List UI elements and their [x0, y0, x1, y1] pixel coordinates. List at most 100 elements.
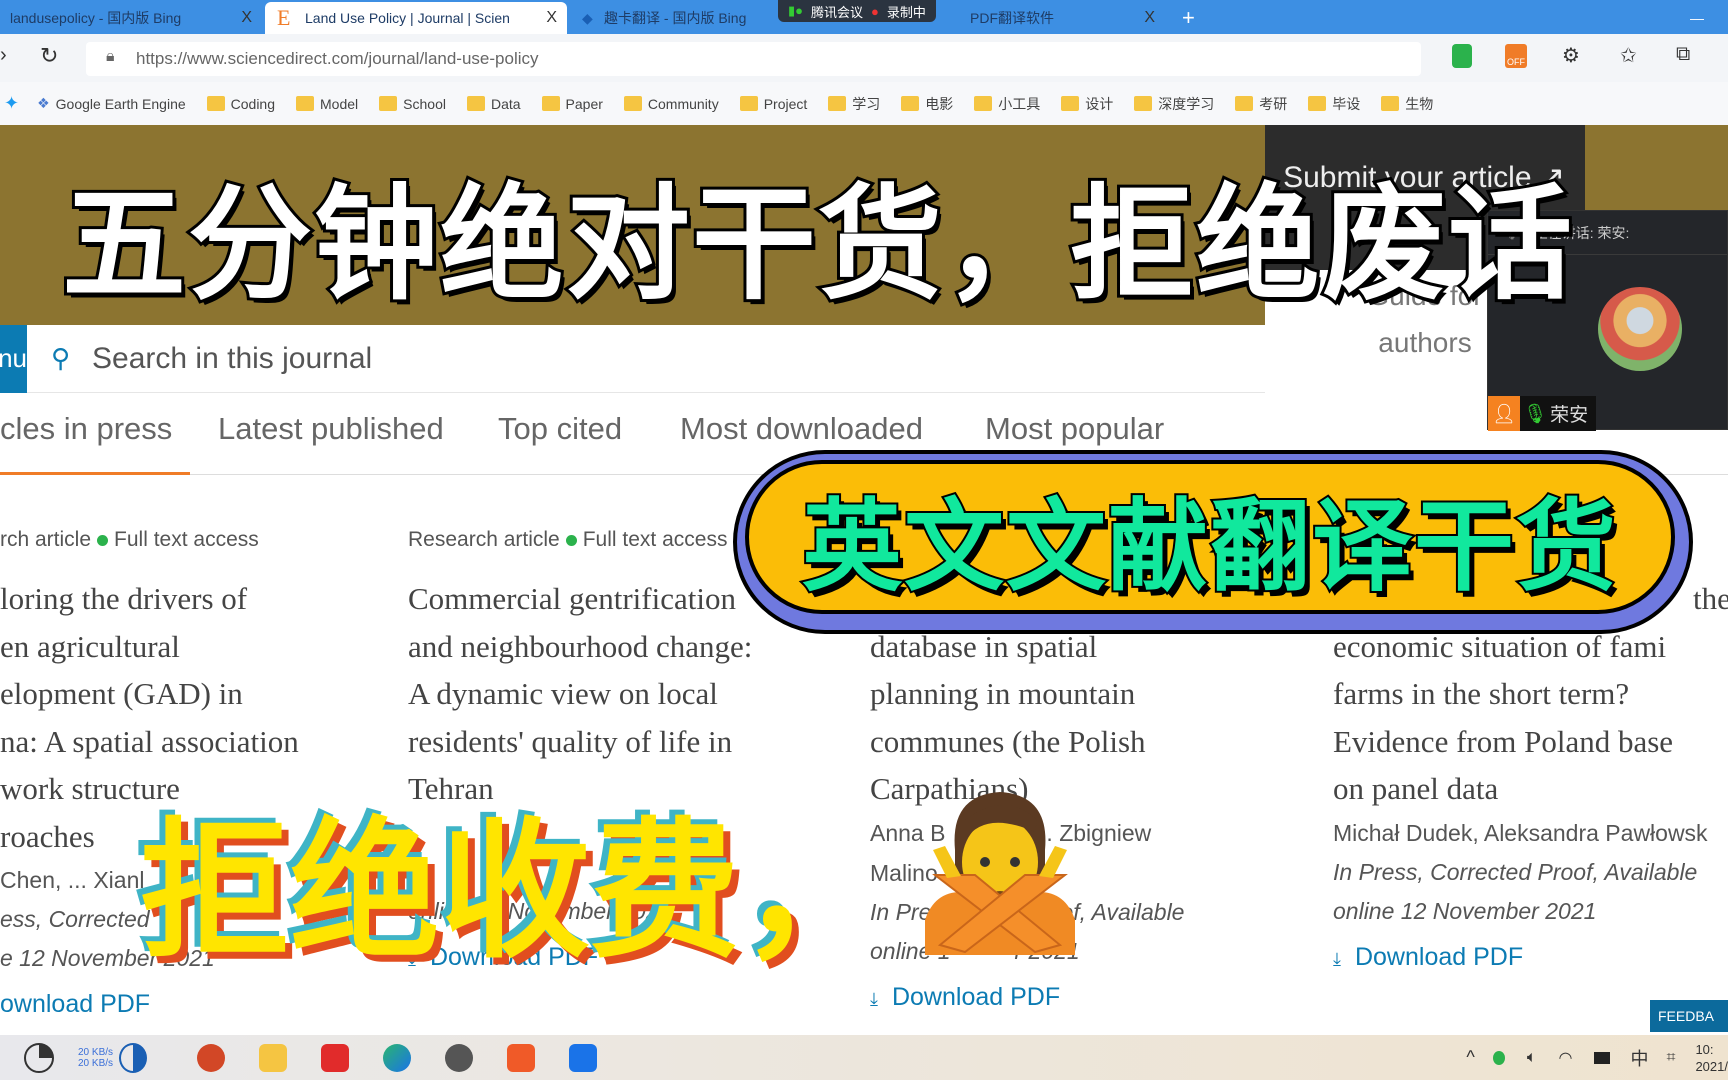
title-line[interactable]: planning in mountain [870, 670, 1300, 718]
address-bar[interactable]: 🔒︎ https://www.sciencedirect.com/journal… [86, 42, 1421, 76]
tencent-meeting-icon[interactable] [569, 1043, 598, 1072]
meeting-recording-indicator[interactable]: ▮● 腾讯会议 ● 录制中 [778, 0, 936, 22]
keyboard-icon[interactable]: ⌗ [1666, 1049, 1675, 1067]
folder-icon [379, 96, 398, 111]
tab-title: landusepolicy - 国内版 Bing [10, 10, 182, 26]
forward-icon[interactable]: › [0, 44, 7, 67]
recording-label: 录制中 [886, 4, 926, 20]
folder-icon [739, 96, 758, 111]
ime-indicator[interactable]: 中 [1630, 1045, 1648, 1071]
tab-most-popular[interactable]: Most popular [985, 411, 1164, 447]
app-icon[interactable] [445, 1043, 474, 1072]
wifi-icon[interactable]: ◠ [1558, 1048, 1572, 1068]
title-line[interactable]: on panel data [1333, 765, 1728, 813]
bookmarks-bar: ✦ ❖ Google Earth Engine Coding Model Scho… [0, 82, 1728, 125]
clock[interactable]: 10: 2021/ [1695, 1041, 1728, 1075]
tab-land-use-policy[interactable]: E Land Use Policy | Journal | Scien X [265, 2, 567, 34]
bookmark-folder[interactable]: 电影 [901, 94, 953, 114]
clock-widget-icon[interactable] [24, 1042, 54, 1073]
menu-button[interactable]: Menu [0, 324, 27, 393]
bookmark-folder[interactable]: 考研 [1235, 94, 1287, 114]
title-line[interactable]: residents' quality of life in [408, 718, 838, 766]
close-tab-icon[interactable]: X [241, 9, 252, 27]
tab-pdf-translate[interactable]: PDF翻译软件 X [960, 2, 1165, 34]
headline-overlay: 五分钟绝对干货，拒绝废话 [59, 173, 1575, 317]
open-access-dot-icon [97, 535, 109, 546]
title-line[interactable]: na: A spatial association [0, 718, 430, 766]
feedback-button[interactable]: FEEDBA [1650, 1000, 1728, 1032]
tab-quka-translate[interactable]: ◆ 趣卡翻译 - 国内版 Bing [570, 2, 770, 34]
extensions-icon[interactable]: ⚙ [1562, 43, 1580, 68]
folder-icon [466, 96, 485, 111]
favorites-icon[interactable]: ✩ [1620, 43, 1637, 68]
title-line[interactable]: A dynamic view on local [408, 670, 838, 718]
extension-off-icon[interactable]: OFF [1505, 44, 1527, 68]
tray-app-icon[interactable] [1492, 1050, 1505, 1065]
volume-icon[interactable]: 🔈︎ [1527, 1049, 1537, 1067]
tab-articles-in-press[interactable]: cles in press [0, 411, 172, 447]
file-explorer-icon[interactable] [259, 1043, 288, 1072]
tab-latest-published[interactable]: Latest published [218, 411, 444, 447]
bookmark-label: 电影 [925, 95, 954, 112]
extension-green-icon[interactable] [1452, 44, 1472, 68]
title-line[interactable]: en agricultural [0, 623, 430, 671]
download-pdf-link[interactable]: ⤓ Download PDF [870, 983, 1300, 1012]
title-line[interactable]: and neighbourhood change: [408, 623, 838, 671]
bookmark-label: 考研 [1259, 95, 1288, 112]
title-line[interactable]: elopment (GAD) in [0, 670, 430, 718]
bookmark-google-earth-engine[interactable]: ❖ Google Earth Engine [37, 95, 186, 112]
bookmark-folder[interactable]: Data [466, 96, 521, 112]
tab-bing-landusepolicy[interactable]: landusepolicy - 国内版 Bing X [0, 2, 262, 34]
bookmark-folder[interactable]: Coding [206, 96, 275, 112]
bookmark-folder[interactable]: 生物 [1381, 94, 1433, 114]
netease-music-icon[interactable] [321, 1043, 350, 1072]
bing-favicon-icon: ◆ [582, 9, 593, 26]
folder-icon [206, 96, 225, 111]
show-hidden-icons[interactable]: ^ [1466, 1047, 1474, 1068]
bookmark-folder[interactable]: Project [739, 96, 807, 112]
battery-widget-icon[interactable] [119, 1042, 148, 1073]
bookmark-folder[interactable]: 设计 [1061, 94, 1113, 114]
folder-icon [1235, 96, 1254, 111]
bookmark-folder[interactable]: School [379, 96, 446, 112]
download-pdf-link[interactable]: ⤓ Download PDF [1333, 943, 1728, 972]
bookmark-folder[interactable]: 小工具 [974, 94, 1040, 114]
folder-icon [1061, 96, 1080, 111]
active-tab-indicator [0, 472, 190, 475]
new-tab-button[interactable]: + [1172, 2, 1205, 34]
tab-top-cited[interactable]: Top cited [498, 411, 622, 447]
no-fee-overlay: 拒绝收费， [140, 807, 891, 975]
close-tab-icon[interactable]: X [546, 9, 557, 27]
pill-inner: 英文文献翻译干货 [745, 460, 1675, 614]
pill-banner-overlay: 英文文献翻译干货 [733, 450, 1693, 634]
lock-icon: 🔒︎ [106, 48, 115, 65]
title-line[interactable]: farms in the short term? [1333, 670, 1728, 718]
display-icon[interactable] [1594, 1051, 1611, 1064]
minimize-icon[interactable]: — [1680, 2, 1714, 34]
download-pdf-link[interactable]: ownload PDF [0, 990, 430, 1019]
collections-icon[interactable]: ⧉ [1676, 43, 1690, 66]
bookmark-folder[interactable]: Paper [541, 96, 603, 112]
tab-most-downloaded[interactable]: Most downloaded [680, 411, 923, 447]
title-line[interactable]: loring the drivers of [0, 575, 430, 623]
powerpoint-icon[interactable] [197, 1043, 226, 1072]
bookmark-folder[interactable]: Model [296, 96, 358, 112]
bookmark-folder[interactable]: 深度学习 [1134, 94, 1214, 114]
title-line[interactable]: communes (the Polish [870, 718, 1300, 766]
twitter-bookmark-icon[interactable]: ✦ [4, 93, 19, 114]
folder-icon [623, 96, 642, 111]
folder-icon [1308, 96, 1327, 111]
avatar [1598, 287, 1682, 371]
net-down: 20 KB/s [78, 1057, 114, 1069]
reload-icon[interactable]: ↻ [40, 43, 58, 69]
bookmark-folder[interactable]: Community [623, 96, 719, 112]
title-line[interactable]: Evidence from Poland base [1333, 718, 1728, 766]
time: 10: [1695, 1041, 1714, 1057]
folder-icon [541, 96, 560, 111]
edge-icon[interactable] [383, 1043, 412, 1072]
close-tab-icon[interactable]: X [1144, 9, 1155, 27]
bookmark-folder[interactable]: 学习 [828, 94, 880, 114]
bookmark-folder[interactable]: 毕设 [1308, 94, 1360, 114]
wps-icon[interactable] [507, 1043, 536, 1072]
search-input[interactable]: Search in this journal [92, 342, 372, 376]
